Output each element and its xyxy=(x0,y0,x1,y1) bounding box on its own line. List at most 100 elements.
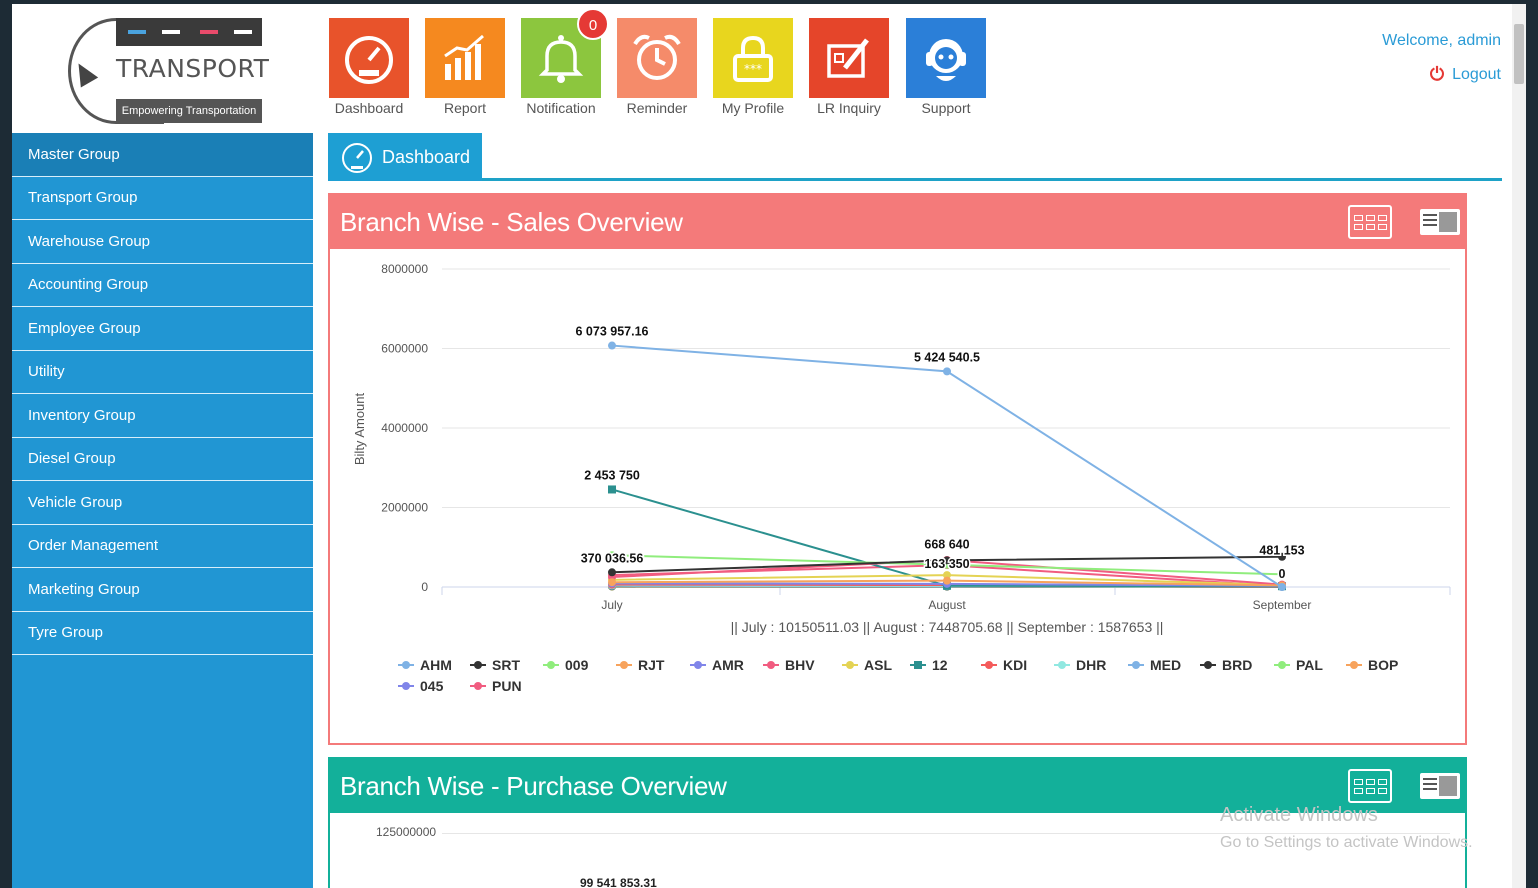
sales-overview-panel: Branch Wise - Sales Overview 8000000 6000… xyxy=(328,193,1467,745)
nav-tile-dashboard[interactable]: Dashboard xyxy=(329,18,409,122)
nav-tile-label: My Profile xyxy=(721,100,785,116)
legend-item-009: 009 xyxy=(565,657,589,673)
data-label-BHV: 0 xyxy=(1279,567,1286,581)
legend-item-BOP: BOP xyxy=(1368,657,1398,673)
x-axis-title: || July : 10150511.03 || August : 744870… xyxy=(731,619,1164,635)
sidebar-item-utility[interactable]: Utility xyxy=(12,351,313,394)
list-view-button[interactable] xyxy=(1420,209,1460,235)
page-scrollbar[interactable] xyxy=(1512,4,1526,888)
grid-icon xyxy=(1353,214,1387,230)
logo-road xyxy=(116,18,262,46)
data-point-AHM xyxy=(1278,583,1286,591)
legend-item-KDI: KDI xyxy=(1003,657,1027,673)
data-point-AHM xyxy=(943,367,951,376)
legend-item-DHR: DHR xyxy=(1076,657,1106,673)
grid-view-button[interactable] xyxy=(1348,205,1392,239)
legend-marker-KDI xyxy=(985,661,993,669)
data-point-RJT xyxy=(943,576,951,585)
tab-label: Dashboard xyxy=(382,146,471,167)
activate-windows-subtitle: Go to Settings to activate Windows. xyxy=(1220,834,1473,851)
nav-tile-label: Reminder xyxy=(626,100,688,116)
x-axis-tick-label: August xyxy=(928,598,966,612)
y-axis-title: Bilty Amount xyxy=(352,392,367,465)
legend-marker-SRT xyxy=(474,661,482,669)
lock-icon: *** xyxy=(713,18,793,98)
sidebar-item-employee-group[interactable]: Employee Group xyxy=(12,307,313,351)
nav-tile-support[interactable]: Support xyxy=(906,18,986,122)
data-label-009: 370 036.56 xyxy=(581,551,644,565)
power-icon: ⏻ xyxy=(1429,64,1445,84)
y-axis-tick-label: 6000000 xyxy=(381,342,428,356)
alarm-clock-icon xyxy=(617,18,697,98)
nav-tile-label: Dashboard xyxy=(334,100,404,116)
y-axis-tick-label: 4000000 xyxy=(381,421,428,435)
sidebar-item-vehicle-group[interactable]: Vehicle Group xyxy=(12,481,313,525)
nav-tile-label: Support xyxy=(921,100,971,116)
x-axis-tick-label: September xyxy=(1253,598,1312,612)
sidebar-item-inventory-group[interactable]: Inventory Group xyxy=(12,394,313,438)
logo-text: TRANSPORT xyxy=(116,54,270,83)
data-label-SRT: 668 640 xyxy=(924,537,969,551)
list-view-button[interactable] xyxy=(1420,773,1460,799)
legend-item-BHV: BHV xyxy=(785,657,815,673)
sidebar-item-diesel-group[interactable]: Diesel Group xyxy=(12,438,313,481)
sidebar-item-order-management[interactable]: Order Management xyxy=(12,525,313,568)
activate-windows-title: Activate Windows xyxy=(1220,804,1378,826)
sidebar-item-marketing-group[interactable]: Marketing Group xyxy=(12,568,313,612)
legend-marker-BHV xyxy=(767,661,775,669)
nav-tile-label: Notification xyxy=(526,100,596,116)
data-label-12: 2 453 750 xyxy=(584,468,640,482)
svg-text:***: *** xyxy=(744,62,762,76)
y-axis-tick-label: 8000000 xyxy=(381,262,428,276)
legend-marker-AHM xyxy=(402,661,410,669)
data-label-SRT: 481 153 xyxy=(1259,544,1304,558)
sidebar-item-transport-group[interactable]: Transport Group xyxy=(12,177,313,220)
purchase-panel-title: Branch Wise - Purchase Overview xyxy=(340,770,727,801)
y-axis-tick-label: 2000000 xyxy=(381,501,428,515)
headset-icon xyxy=(906,18,986,98)
scrollbar-thumb[interactable] xyxy=(1514,24,1524,84)
x-axis-tick-label: July xyxy=(601,598,622,612)
sidebar-item-accounting-group[interactable]: Accounting Group xyxy=(12,264,313,307)
legend-marker-AMR xyxy=(694,661,702,669)
bar-chart-icon xyxy=(425,18,505,98)
legend-item-ASL: ASL xyxy=(864,657,892,673)
legend-marker-MED xyxy=(1132,661,1140,669)
list-icon xyxy=(1423,778,1437,793)
nav-tile-report[interactable]: Report xyxy=(425,18,505,122)
sidebar: Master Group Transport Group Warehouse G… xyxy=(12,133,313,888)
sidebar-item-tyre-group[interactable]: Tyre Group xyxy=(12,612,313,655)
nav-tile-lr-inquiry[interactable]: LR Inquiry xyxy=(809,18,889,122)
grid-view-button[interactable] xyxy=(1348,769,1392,803)
legend-item-BRD: BRD xyxy=(1222,657,1252,673)
data-label-AHM: 6 073 957.16 xyxy=(576,325,649,339)
sidebar-item-master-group[interactable]: Master Group xyxy=(12,133,313,177)
data-point-SRT xyxy=(608,568,616,577)
legend-item-AMR: AMR xyxy=(712,657,744,673)
tab-bar: Dashboard xyxy=(328,133,1502,181)
list-icon xyxy=(1423,214,1437,229)
edit-document-icon xyxy=(809,18,889,98)
nav-tile-reminder[interactable]: Reminder xyxy=(617,18,697,122)
legend-marker-BRD xyxy=(1204,661,1212,669)
tab-dashboard[interactable]: Dashboard xyxy=(328,133,482,181)
logout-button[interactable]: ⏻ Logout xyxy=(1430,64,1501,85)
data-point-RJT xyxy=(608,578,616,587)
logo-tagline: Empowering Transportation xyxy=(116,99,262,123)
nav-tile-notification[interactable]: 0 Notification xyxy=(521,8,609,122)
notification-count-badge: 0 xyxy=(577,8,609,40)
legend-item-MED: MED xyxy=(1150,657,1181,673)
legend-item-SRT: SRT xyxy=(492,657,520,673)
legend-marker-ASL xyxy=(846,661,854,669)
legend-item-045: 045 xyxy=(420,678,444,694)
nav-tile-my-profile[interactable]: *** My Profile xyxy=(713,18,793,122)
legend-marker-12 xyxy=(914,661,922,669)
sidebar-item-warehouse-group[interactable]: Warehouse Group xyxy=(12,220,313,264)
logout-label: Logout xyxy=(1452,65,1501,83)
speedometer-icon xyxy=(329,18,409,98)
welcome-text: Welcome, admin xyxy=(1382,32,1501,49)
nav-tile-label: Report xyxy=(443,100,487,116)
y-axis-tick-label: 0 xyxy=(421,580,428,594)
logo[interactable]: TRANSPORT Empowering Transportation xyxy=(12,4,313,133)
sales-panel-header: Branch Wise - Sales Overview xyxy=(330,195,1465,249)
